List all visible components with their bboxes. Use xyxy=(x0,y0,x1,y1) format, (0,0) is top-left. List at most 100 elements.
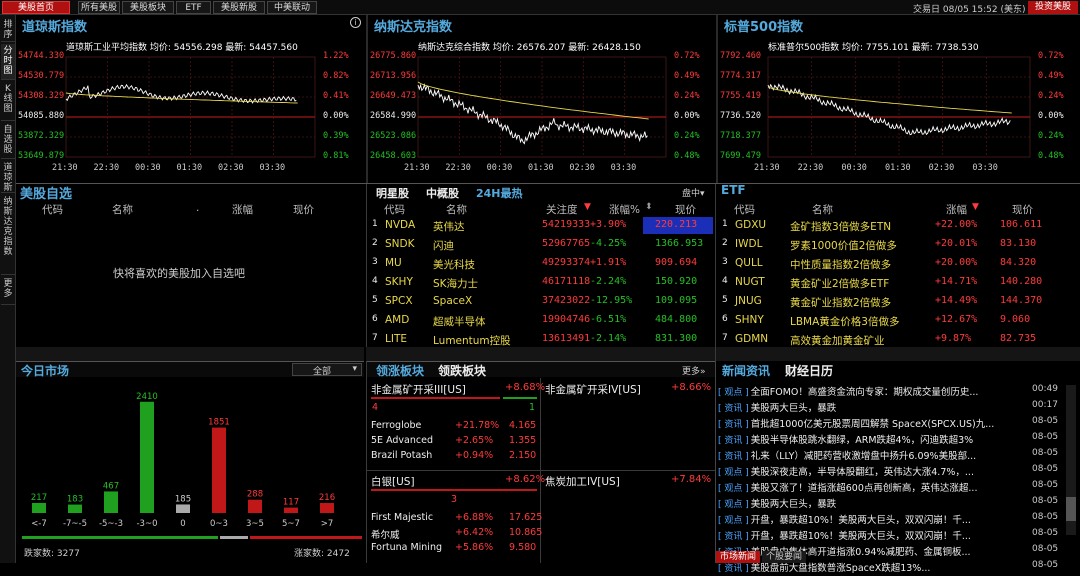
news-item[interactable]: [ 资讯 ] 美股半导体股跳水翻绿，ARM跌超4%，闪迪跌超3% xyxy=(718,432,1060,448)
left-nav-1[interactable]: 分时图 xyxy=(1,44,15,80)
watchlist-header-code[interactable]: 代码 xyxy=(42,202,63,217)
etf-cell: 5 xyxy=(722,295,728,305)
sector-stock-name[interactable]: 5E Advanced xyxy=(371,435,433,446)
news-item[interactable]: [ 资讯 ] 首批超1000亿美元股票周四解禁 SpaceX(SPCX.US)九.… xyxy=(718,416,1060,432)
etf-header-1[interactable]: 名称 xyxy=(812,202,833,217)
stars-header-4[interactable]: 现价 xyxy=(675,202,696,217)
tab-24h-hot[interactable]: 24H最热 xyxy=(476,185,523,201)
sector-name[interactable]: 白银[US] xyxy=(371,474,415,489)
chevron-right-icon: » xyxy=(700,367,706,377)
news-item[interactable]: [ 观点 ] 美股深夜走高，半导体股翻红，英伟达大涨4.7%，... xyxy=(718,464,1060,480)
news-headline: 首批超1000亿美元股票周四解禁 SpaceX(SPCX.US)九... xyxy=(750,419,995,430)
sector-stock-change: +2.65% xyxy=(455,435,494,446)
left-nav-2[interactable]: K线图 xyxy=(1,82,15,121)
sector-name[interactable]: 非金属矿开采IV[US] xyxy=(545,382,641,397)
left-nav-3[interactable]: 自选股 xyxy=(1,123,15,159)
tab-market-news[interactable]: 市场新闻 xyxy=(716,551,760,563)
news-item[interactable]: [ 观点 ] 美股两大巨头，暴跌 xyxy=(718,496,1060,512)
sector-stock-name[interactable]: Brazil Potash xyxy=(371,450,432,461)
y-axis-label: 7792.460 xyxy=(720,51,761,61)
invest-button[interactable]: 投资美股 xyxy=(1028,1,1078,14)
sector-stock-name[interactable]: 希尔威 xyxy=(371,527,400,541)
watchlist-empty-message: 快将喜欢的美股加入自选吧 xyxy=(113,267,245,280)
sort-icon[interactable]: ⬍ xyxy=(645,202,653,212)
etf-cell: +14.71% xyxy=(935,276,978,287)
sector-name[interactable]: 非金属矿开采III[US] xyxy=(371,382,466,397)
top-tab-4[interactable]: 美股新股 xyxy=(213,1,265,14)
news-time: 08-05 xyxy=(1032,432,1059,442)
stars-cell: 超威半导体 xyxy=(433,316,486,328)
etf-cell: 3 xyxy=(722,257,728,267)
news-headline: 美股盘前大盘指数普涨SpaceX跌超13%... xyxy=(750,563,931,574)
index-chart-title-2[interactable]: 标普500指数 xyxy=(724,16,803,35)
watchlist-header-price[interactable]: 现价 xyxy=(293,202,314,217)
news-scrollbar[interactable] xyxy=(1066,385,1076,535)
session-dropdown[interactable]: 盘中▾ xyxy=(682,186,705,199)
stars-header-1[interactable]: 名称 xyxy=(446,202,467,217)
stars-cell: 54219333 xyxy=(542,219,591,230)
tab-calendar[interactable]: 财经日历 xyxy=(785,362,833,379)
stars-header-3[interactable]: 涨幅% xyxy=(609,202,640,217)
top-tab-3[interactable]: ETF xyxy=(176,1,211,14)
etf-header-3[interactable]: 现价 xyxy=(1012,202,1033,217)
left-nav-0[interactable]: 排序 xyxy=(1,18,15,42)
tab-leading-sectors[interactable]: 领涨板块 xyxy=(376,362,424,379)
news-tag: [ 资讯 ] xyxy=(718,420,749,430)
etf-header-0[interactable]: 代码 xyxy=(734,202,755,217)
info-icon[interactable]: i xyxy=(350,17,361,28)
watchlist-header-name[interactable]: 名称 xyxy=(112,202,133,217)
news-item[interactable]: [ 观点 ] 美股又涨了！道指涨超600点再创新高，英伟达涨超... xyxy=(718,480,1060,496)
pct-axis-label: 0.41% xyxy=(323,91,349,101)
left-nav-4[interactable]: 道琼斯 xyxy=(1,161,15,193)
stars-header-0[interactable]: 代码 xyxy=(384,202,405,217)
news-item[interactable]: [ 资讯 ] 美股两大巨头，暴跌 xyxy=(718,400,1060,416)
index-chart-title-0[interactable]: 道琼斯指数 xyxy=(22,16,87,35)
top-tab-5[interactable]: 中美联动 xyxy=(267,1,317,14)
pct-axis-label: 0.24% xyxy=(674,131,700,141)
stars-header-2[interactable]: 关注度 xyxy=(546,202,578,217)
tab-star-stocks[interactable]: 明星股 xyxy=(376,185,409,201)
sector-stock-change: +6.42% xyxy=(455,527,494,538)
top-tab-0[interactable]: 美股首页 xyxy=(2,1,70,14)
stars-cell: 1366.953 xyxy=(655,238,704,249)
etf-header-2[interactable]: 涨幅 xyxy=(946,202,967,217)
news-tag-text: 资讯 xyxy=(724,564,743,574)
more-link[interactable]: 更多» xyxy=(682,364,706,377)
stars-cell: 46171118 xyxy=(542,276,591,287)
etf-title: ETF xyxy=(721,183,746,197)
etf-cell: QULL xyxy=(735,257,763,269)
index-chart-title-1[interactable]: 纳斯达克指数 xyxy=(374,16,452,35)
sector-stock-change: +21.78% xyxy=(455,420,500,431)
sector-stock-name[interactable]: First Majestic xyxy=(371,512,433,523)
stars-cell: 109.095 xyxy=(655,295,698,306)
market-filter-select[interactable]: 全部 ▾ xyxy=(292,363,362,377)
pct-axis-label: 0.72% xyxy=(1038,51,1064,61)
news-item[interactable]: [ 资讯 ] 礼来（LLY）减肥药营收激增盘中扬升6.09%美股部... xyxy=(718,448,1060,464)
left-nav-6[interactable]: 更多 xyxy=(1,277,15,305)
left-nav-5[interactable]: 纳斯达克指数 xyxy=(1,195,15,275)
tab-news[interactable]: 新闻资讯 xyxy=(722,362,770,379)
tab-lagging-sectors[interactable]: 领跌板块 xyxy=(438,362,486,379)
price-line xyxy=(417,83,648,145)
stars-cell: -2.24% xyxy=(590,276,627,287)
top-tab-1[interactable]: 所有美股 xyxy=(78,1,120,14)
tab-stock-news[interactable]: 个股要闻 xyxy=(762,551,806,563)
sector-name[interactable]: 焦炭加工IV[US] xyxy=(545,474,620,489)
news-item[interactable]: [ 观点 ] 开盘，暴跌超10%！美股两大巨头，双双闪崩！千... xyxy=(718,512,1060,528)
news-item[interactable]: [ 资讯 ] 开盘，暴跌超10%！美股两大巨头，双双闪崩！千... xyxy=(718,528,1060,544)
market-bar-value: 1851 xyxy=(208,418,230,428)
watchlist-header-change[interactable]: 涨幅 xyxy=(232,202,253,217)
news-headline: 美股又涨了！道指涨超600点再创新高，英伟达涨超... xyxy=(750,483,978,494)
top-tab-2[interactable]: 美股板块 xyxy=(122,1,174,14)
sector-stock-name[interactable]: Fortuna Mining xyxy=(371,542,442,553)
pct-axis-label: 0.00% xyxy=(674,111,700,121)
tab-china-stocks[interactable]: 中概股 xyxy=(426,185,459,201)
sort-down-icon[interactable]: ▼ xyxy=(584,202,591,212)
news-headline: 美股两大巨头，暴跌 xyxy=(750,499,837,510)
etf-cell: 金矿指数3倍做多ETN xyxy=(790,221,892,233)
sector-stock-name[interactable]: Ferroglobe xyxy=(371,420,421,431)
news-item[interactable]: [ 观点 ] 全面FOMO！高盛资金流向专家：期权成交量创历史... xyxy=(718,384,1060,400)
stars-cell: -4.25% xyxy=(590,238,627,249)
sort-down-icon[interactable]: ▼ xyxy=(972,202,979,212)
etf-cell: 144.370 xyxy=(1000,295,1043,306)
